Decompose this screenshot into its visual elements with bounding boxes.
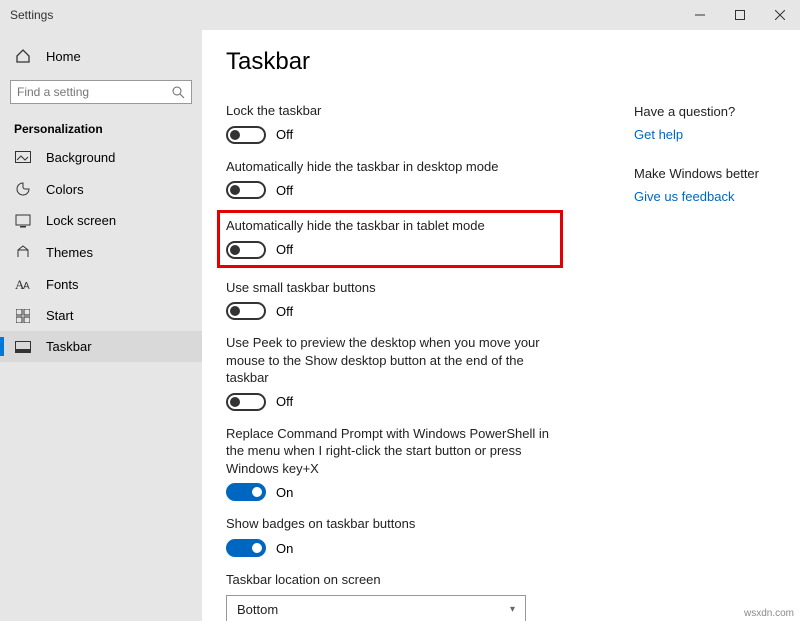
window-title: Settings <box>10 8 53 22</box>
page-title: Taskbar <box>226 48 776 76</box>
colors-icon <box>14 181 32 197</box>
sidebar-item-label: Fonts <box>46 277 79 292</box>
sidebar-item-label: Themes <box>46 245 93 260</box>
toggle-small-buttons[interactable] <box>226 302 266 320</box>
setting-label: Show badges on taskbar buttons <box>226 515 566 533</box>
titlebar: Settings <box>0 0 800 30</box>
toggle-state: Off <box>276 242 293 257</box>
taskbar-icon <box>14 341 32 353</box>
minimize-button[interactable] <box>680 0 720 30</box>
start-icon <box>14 309 32 323</box>
search-input[interactable] <box>17 85 172 99</box>
sidebar: Home Personalization Background Colors L… <box>0 30 202 621</box>
sidebar-item-start[interactable]: Start <box>0 300 202 331</box>
search-box[interactable] <box>10 80 192 104</box>
sidebar-item-colors[interactable]: Colors <box>0 173 202 205</box>
get-help-link[interactable]: Get help <box>634 127 774 142</box>
sidebar-item-label: Start <box>46 308 73 323</box>
setting-peek: Use Peek to preview the desktop when you… <box>226 334 566 411</box>
setting-lock-taskbar: Lock the taskbar Off <box>226 102 566 144</box>
feedback-heading: Make Windows better <box>634 166 774 181</box>
window-buttons <box>680 0 800 30</box>
setting-powershell: Replace Command Prompt with Windows Powe… <box>226 425 566 502</box>
chevron-down-icon: ▾ <box>510 604 515 615</box>
setting-autohide-tablet: Automatically hide the taskbar in tablet… <box>220 213 560 265</box>
svg-text:A: A <box>23 281 30 292</box>
sidebar-item-label: Background <box>46 150 115 165</box>
setting-label: Use small taskbar buttons <box>226 279 566 297</box>
sidebar-item-taskbar[interactable]: Taskbar <box>0 331 202 362</box>
dropdown-value: Bottom <box>237 602 278 617</box>
sidebar-item-label: Colors <box>46 182 84 197</box>
toggle-state: On <box>276 485 293 500</box>
setting-autohide-desktop: Automatically hide the taskbar in deskto… <box>226 158 566 200</box>
minimize-icon <box>695 10 705 20</box>
toggle-peek[interactable] <box>226 393 266 411</box>
right-column: Have a question? Get help Make Windows b… <box>634 104 774 228</box>
setting-label: Lock the taskbar <box>226 102 566 120</box>
sidebar-item-themes[interactable]: Themes <box>0 236 202 268</box>
dropdown-taskbar-location[interactable]: Bottom ▾ <box>226 595 526 621</box>
maximize-button[interactable] <box>720 0 760 30</box>
sidebar-item-fonts[interactable]: AA Fonts <box>0 268 202 300</box>
setting-taskbar-location: Taskbar location on screen Bottom ▾ <box>226 571 566 621</box>
toggle-state: Off <box>276 127 293 142</box>
search-icon <box>172 86 185 99</box>
background-icon <box>14 151 32 165</box>
toggle-autohide-desktop[interactable] <box>226 181 266 199</box>
close-icon <box>775 10 785 20</box>
sidebar-item-lockscreen[interactable]: Lock screen <box>0 205 202 236</box>
home-label: Home <box>46 49 81 64</box>
setting-badges: Show badges on taskbar buttons On <box>226 515 566 557</box>
sidebar-item-label: Taskbar <box>46 339 92 354</box>
toggle-state: Off <box>276 394 293 409</box>
question-heading: Have a question? <box>634 104 774 119</box>
fonts-icon: AA <box>14 276 32 292</box>
toggle-state: Off <box>276 183 293 198</box>
sidebar-item-background[interactable]: Background <box>0 142 202 173</box>
toggle-state: Off <box>276 304 293 319</box>
toggle-state: On <box>276 541 293 556</box>
setting-label: Use Peek to preview the desktop when you… <box>226 334 566 387</box>
lockscreen-icon <box>14 214 32 228</box>
toggle-lock-taskbar[interactable] <box>226 126 266 144</box>
section-header: Personalization <box>0 112 202 142</box>
setting-label: Automatically hide the taskbar in tablet… <box>226 217 554 235</box>
watermark: wsxdn.com <box>744 608 794 619</box>
home-nav[interactable]: Home <box>0 40 202 72</box>
toggle-powershell[interactable] <box>226 483 266 501</box>
sidebar-item-label: Lock screen <box>46 213 116 228</box>
setting-small-buttons: Use small taskbar buttons Off <box>226 279 566 321</box>
main-panel: Taskbar Lock the taskbar Off Automatical… <box>202 30 800 621</box>
feedback-link[interactable]: Give us feedback <box>634 189 774 204</box>
setting-label: Taskbar location on screen <box>226 571 566 589</box>
themes-icon <box>14 244 32 260</box>
maximize-icon <box>735 10 745 20</box>
close-button[interactable] <box>760 0 800 30</box>
setting-label: Automatically hide the taskbar in deskto… <box>226 158 566 176</box>
toggle-autohide-tablet[interactable] <box>226 241 266 259</box>
setting-label: Replace Command Prompt with Windows Powe… <box>226 425 566 478</box>
home-icon <box>14 48 32 64</box>
toggle-badges[interactable] <box>226 539 266 557</box>
